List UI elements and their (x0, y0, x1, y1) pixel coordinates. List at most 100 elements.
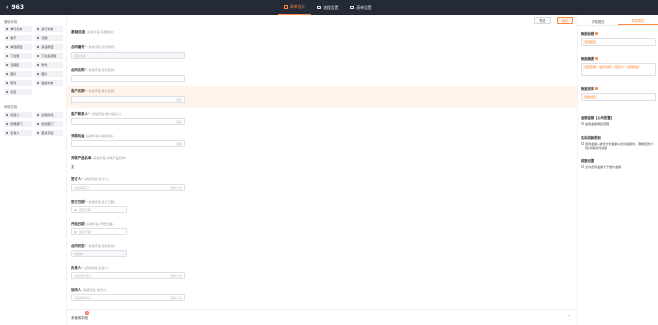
field-label: 合同名称* (系统字段-合同名称) (71, 67, 115, 72)
data-sort-box[interactable]: 创建时间 (581, 93, 656, 101)
component-item[interactable]: 日期 (35, 35, 63, 41)
checkbox[interactable] (581, 142, 584, 145)
owner-input[interactable]: 请选择负责人 选择人员 (71, 272, 185, 279)
component-item[interactable]: 单选按钮 (4, 44, 32, 50)
component-item[interactable]: 下拉框 (4, 53, 32, 59)
field-icon (37, 122, 40, 126)
back-button[interactable]: ‹ 963 (6, 4, 24, 11)
component-panel: 基础字段 单行文本 多行文本 数字 日期 单选按钮 多选按钮 下拉框 下拉多选框… (0, 15, 66, 325)
field-icon (6, 131, 9, 135)
label-text: 关联机会 (71, 134, 85, 138)
label-sub: (系统字段-开始日期) (85, 222, 114, 226)
required-mark: * (84, 244, 87, 248)
label-text: 协同人 (71, 288, 82, 292)
preview-button[interactable]: 预览 (534, 17, 551, 24)
component-item[interactable]: 所属部门 (4, 121, 32, 127)
chevron-down-icon: ⌄ (121, 251, 124, 256)
contract-number-input[interactable]: 自动生成 (71, 52, 185, 59)
component-item[interactable]: 修改部门 (35, 121, 63, 127)
component-item[interactable]: 数字 (4, 35, 32, 41)
input-suffix: 选择人员 (169, 295, 182, 300)
field-label: 客户联系人* (系统字段-客户联系人) (71, 111, 121, 116)
component-item[interactable]: 附件 (35, 62, 63, 68)
component-label: 多选按钮 (41, 45, 54, 49)
tab-form-design[interactable]: 表单设计 (278, 0, 312, 15)
tab-form-settings[interactable]: 表单设置 (344, 0, 377, 15)
customer-contact-input[interactable]: 选择 (71, 118, 185, 125)
tab-form-properties[interactable]: 表单属性 (618, 17, 658, 25)
selected-field-highlight[interactable]: 客户名称* (系统字段-客户名称) 选择 (67, 86, 577, 108)
amount-section-title: 金额金额【公司配置】 (581, 116, 614, 120)
field-label: 签订人* (系统字段-签订人) (71, 176, 109, 181)
chevron-up-icon[interactable]: ⌃ (568, 314, 571, 319)
component-item[interactable]: 图片 (35, 71, 63, 77)
checkbox[interactable] (581, 165, 584, 168)
input-suffix: 选择人员 (169, 185, 182, 190)
contract-status-select[interactable]: 请选择 ⌄ (71, 250, 127, 257)
section-sub: (系统字段-基础信息) (86, 30, 115, 34)
component-item[interactable]: 更多字段 (35, 130, 63, 136)
component-label: 图片 (41, 72, 48, 76)
field-label: 开始日期 (系统字段-开始日期) (71, 221, 113, 226)
component-item[interactable]: 创建人 (4, 112, 32, 118)
calendar-icon: ▦ (74, 207, 77, 212)
component-label: 图片 (10, 72, 17, 76)
label-text: 合同编号 (71, 45, 85, 49)
related-opportunity-input[interactable]: 选择 (71, 140, 185, 147)
component-item[interactable]: 多选按钮 (35, 44, 63, 50)
flow-icon (317, 5, 322, 10)
tab-field-properties[interactable]: 字段属性 (578, 17, 618, 25)
component-item[interactable]: 标签 (4, 89, 32, 95)
component-label: 下拉多选框 (41, 54, 57, 58)
flow-checkbox-row[interactable]: 允许合同金额大于报价金额 (581, 165, 656, 169)
form-canvas-lower: 客户联系人* (系统字段-客户联系人) 选择 关联机会 (系统字段-关联机会) … (67, 108, 577, 309)
save-button[interactable]: 保存 (556, 17, 573, 24)
component-item[interactable]: 图片 (4, 71, 32, 77)
main-tabs: 表单设计 流程设置 表单设置 (278, 0, 378, 15)
required-mark: * (87, 112, 90, 116)
data-title-label: 数据标题 (581, 31, 598, 36)
field-label: 负责人* (系统字段-负责人) (71, 265, 109, 270)
tab-flow-settings[interactable]: 流程设置 (311, 0, 344, 15)
component-label: 下拉框 (10, 54, 20, 58)
component-item[interactable]: 附件 (4, 80, 32, 86)
info-icon (595, 87, 598, 90)
sign-date-input[interactable]: ▦ 选择日期 (71, 206, 127, 213)
data-title-box[interactable]: 合同编号 (581, 38, 656, 46)
input-value: 选择日期 (78, 229, 91, 234)
start-date-input[interactable]: ▦ 选择日期 (71, 228, 127, 235)
component-item[interactable]: 下拉多选框 (35, 53, 63, 59)
plan-checkbox-row[interactable]: 回款金额+收款计划金额≤合同金额时，限制回款计划/关联合同总额 (581, 142, 656, 150)
input-suffix: 选择 (175, 97, 182, 102)
component-item[interactable]: 创建时间 (35, 112, 63, 118)
component-item[interactable]: 单行文本 (4, 26, 32, 32)
field-icon (6, 54, 9, 58)
component-item[interactable]: 负责人 (4, 130, 32, 136)
data-summary-box[interactable]: 合同名称 客户名称 签订人 合同状态 (581, 63, 656, 76)
info-icon (595, 32, 598, 35)
component-label: 创建时间 (41, 113, 54, 117)
field-icon (37, 113, 40, 117)
label-sub: (系统字段-客户联系人) (90, 112, 122, 116)
checkbox[interactable] (581, 122, 584, 125)
component-item[interactable]: 描述文本 (35, 80, 63, 86)
label-sub: (系统字段-负责人) (84, 266, 109, 270)
field-icon (37, 27, 40, 31)
app-title: 963 (11, 4, 25, 11)
basic-fields-title: 基础字段 (4, 20, 18, 24)
input-value: 请选择 (74, 251, 84, 256)
field-label: 合同状态* (系统字段-合同状态) (71, 243, 115, 248)
contract-name-input[interactable] (71, 75, 185, 82)
unused-fields-bar[interactable]: 未使用字段 3 ⌃ (67, 309, 577, 325)
component-item[interactable]: 日期区 (4, 62, 32, 68)
collaborator-input[interactable]: 请选择协同人 选择人员 (71, 294, 185, 301)
label-sub: (系统字段-签订日期) (87, 200, 115, 204)
component-label: 修改部门 (41, 122, 54, 126)
field-icon (6, 27, 9, 31)
customer-name-input[interactable]: 选择 (71, 96, 185, 103)
unused-count-badge: 3 (85, 311, 89, 315)
tag: 合同名称 (583, 65, 598, 69)
amount-checkbox-row[interactable]: 启用金额审批流程 (581, 122, 656, 126)
component-item[interactable]: 多行文本 (35, 26, 63, 32)
signer-input[interactable]: 请选择签订 选择人员 (71, 184, 185, 191)
